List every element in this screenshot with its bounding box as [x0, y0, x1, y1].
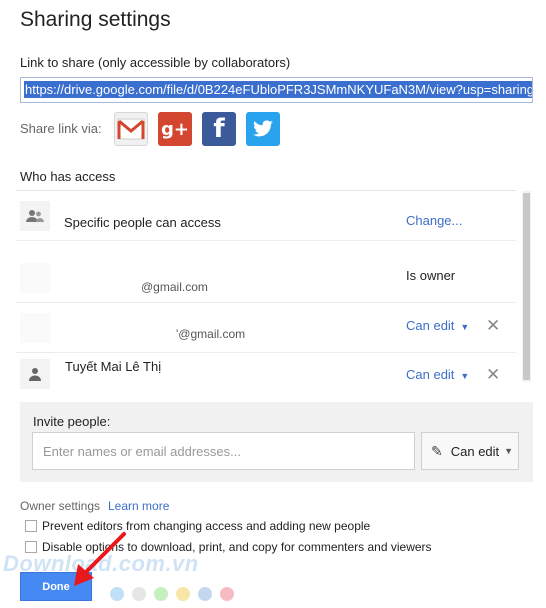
access-list-scrollbar[interactable] [522, 191, 531, 382]
scrollbar-thumb[interactable] [523, 193, 530, 380]
share-via-label: Share link via: [20, 121, 102, 136]
red-arrow-annotation [74, 532, 126, 586]
share-link-url[interactable]: https://drive.google.com/file/d/0B224eFU… [24, 81, 532, 98]
watermark-dot [154, 587, 168, 601]
watermark-dot [176, 587, 190, 601]
pencil-icon: ✎ [431, 442, 443, 459]
person-icon [20, 359, 50, 389]
invite-permission-label: Can edit [450, 443, 500, 459]
owner-role: Is owner [406, 268, 456, 283]
dialog-title: Sharing settings [20, 8, 171, 31]
share-link-field[interactable]: https://drive.google.com/file/d/0B224eFU… [20, 77, 533, 103]
prevent-editors-checkbox[interactable] [25, 520, 37, 532]
permission-label: Can edit [406, 318, 455, 333]
person-row: @gmail.com Is owner [16, 253, 516, 303]
person-email: '@gmail.com [176, 327, 246, 341]
remove-person-button[interactable]: ✕ [486, 365, 500, 385]
visibility-text: Specific people can access [64, 215, 221, 230]
person-name: Tuyết Mai Lê Thị [65, 359, 162, 374]
invite-panel: Invite people: ✎ Can edit ▼ [20, 402, 533, 482]
chevron-down-icon: ▼ [460, 322, 470, 332]
google-plus-icon[interactable]: g+ [158, 112, 192, 146]
watermark-dot [198, 587, 212, 601]
invite-input[interactable] [32, 432, 415, 470]
people-icon [20, 201, 50, 231]
person-row: Tuyết Mai Lê Thị Can edit ▼ ✕ [16, 353, 516, 392]
change-visibility-link[interactable]: Change... [406, 213, 462, 228]
gmail-icon[interactable] [114, 112, 148, 146]
link-label: Link to share (only accessible by collab… [20, 55, 291, 70]
visibility-row: Specific people can access Change... [16, 191, 516, 241]
permission-dropdown[interactable]: Can edit ▼ [406, 318, 469, 333]
remove-person-button[interactable]: ✕ [486, 316, 500, 336]
chevron-down-icon: ▼ [460, 371, 470, 381]
facebook-icon[interactable]: f [202, 112, 236, 146]
who-has-access-heading: Who has access [20, 169, 116, 184]
avatar [20, 263, 50, 293]
chevron-down-icon: ▼ [504, 446, 514, 456]
owner-settings-label: Owner settings [20, 499, 101, 513]
invite-label: Invite people: [33, 414, 111, 429]
learn-more-link[interactable]: Learn more [108, 499, 169, 513]
person-email: @gmail.com [141, 280, 208, 294]
permission-label: Can edit [406, 367, 455, 382]
invite-permission-dropdown[interactable]: ✎ Can edit ▼ [421, 432, 519, 470]
permission-dropdown[interactable]: Can edit ▼ [406, 367, 469, 382]
twitter-icon[interactable] [246, 112, 280, 146]
watermark-dot [220, 587, 234, 601]
avatar [20, 313, 50, 343]
person-row: '@gmail.com Can edit ▼ ✕ [16, 303, 516, 353]
watermark-dot [132, 587, 146, 601]
access-list: Specific people can access Change... @gm… [16, 190, 516, 392]
